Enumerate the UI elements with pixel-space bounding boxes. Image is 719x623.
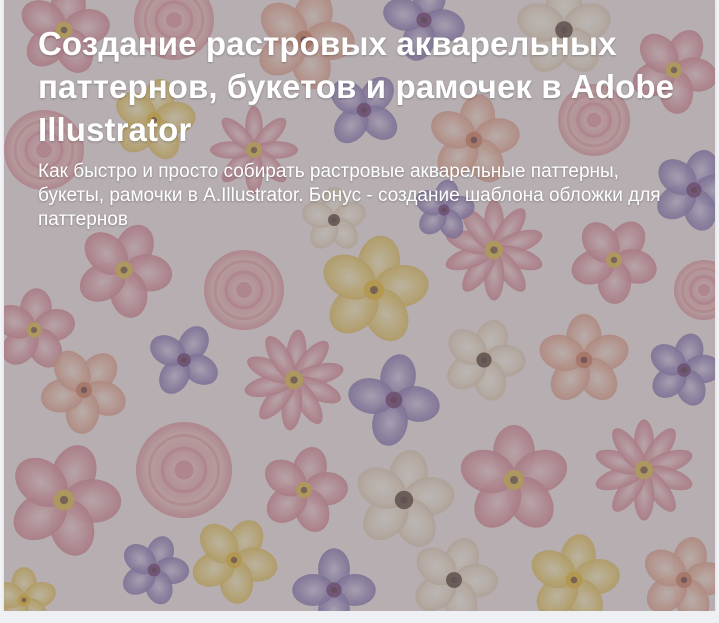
card-title[interactable]: Создание растровых акварельных паттернов… — [38, 22, 678, 151]
page-bottom-strip — [0, 611, 719, 623]
card-description: Как быстро и просто собирать растровые а… — [38, 161, 661, 230]
course-card[interactable]: Создание растровых акварельных паттернов… — [4, 0, 715, 611]
card-text: Создание растровых акварельных паттернов… — [38, 22, 678, 232]
page: Создание растровых акварельных паттернов… — [0, 0, 719, 623]
